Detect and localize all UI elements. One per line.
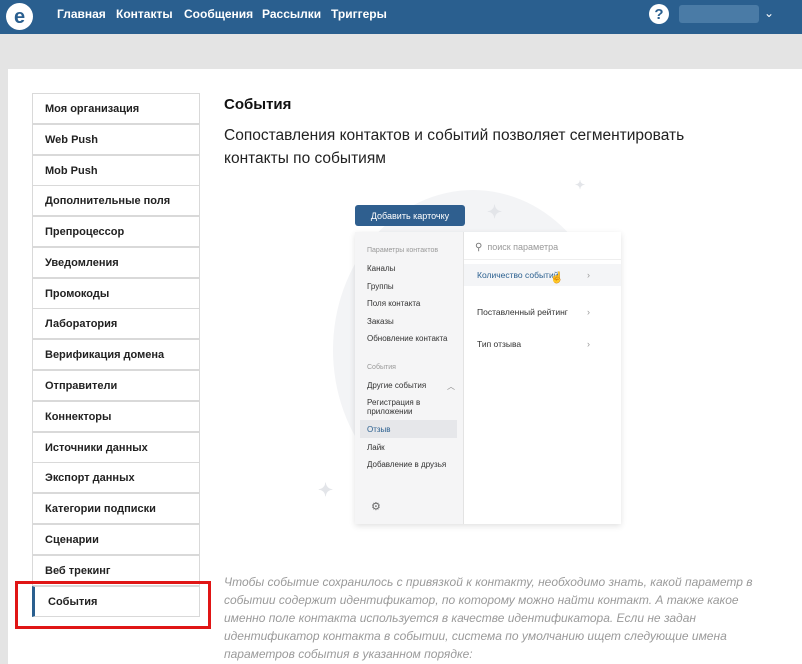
sidebar-item-subscription-categories[interactable]: Категории подписки <box>32 493 200 524</box>
sidebar-item-senders[interactable]: Отправители <box>32 370 200 401</box>
sidebar-item-my-organization[interactable]: Моя организация <box>32 93 200 124</box>
hand-cursor-icon: ☝ <box>550 272 564 284</box>
search-placeholder: поиск параметра <box>487 242 559 252</box>
param-item: Количество событий <box>477 270 559 280</box>
page-subtitle: Сопоставления контактов и событий позвол… <box>224 127 685 167</box>
user-account-name[interactable] <box>679 5 759 23</box>
parameter-picker-card: Параметры контактов Каналы Группы Поля к… <box>355 232 621 524</box>
nav-messages[interactable]: Сообщения <box>184 7 253 21</box>
param-item: Поставленный рейтинг <box>477 307 568 317</box>
chevron-right-icon: › <box>587 307 590 317</box>
help-icon[interactable]: ? <box>649 4 669 24</box>
sidebar-item-web-tracking[interactable]: Веб трекинг <box>32 555 200 586</box>
add-card-button: Добавить карточку <box>355 205 465 226</box>
param-item: Тип отзыва <box>477 339 522 349</box>
top-navbar: e Главная Контакты Сообщения Рассылки Тр… <box>0 0 802 34</box>
nav-contacts[interactable]: Контакты <box>116 7 173 21</box>
group-item: Другие события <box>367 381 427 390</box>
gear-icon: ⚙ <box>371 501 381 513</box>
group-item: Добавление в друзья <box>367 460 447 469</box>
events-help-text: Чтобы событие сохранилось с привязкой к … <box>224 575 753 661</box>
divider <box>464 259 621 260</box>
sidebar-item-data-sources[interactable]: Источники данных <box>32 432 200 463</box>
group-item-selected: Отзыв <box>367 425 391 434</box>
chevron-right-icon: › <box>587 339 590 349</box>
sparkle-icon: ✦ <box>487 202 503 222</box>
search-icon: ⚲ <box>475 242 483 253</box>
sidebar-item-laboratory[interactable]: Лаборатория <box>32 308 200 339</box>
group-item: Обновление контакта <box>367 334 448 343</box>
group-item: Группы <box>367 282 394 291</box>
group-item: Лайк <box>367 443 385 452</box>
sidebar-item-mob-push[interactable]: Mob Push <box>32 155 200 186</box>
sparkle-icon: ✦ <box>575 178 586 192</box>
group-item: Заказы <box>367 317 394 326</box>
nav-mailings[interactable]: Рассылки <box>262 7 321 21</box>
chevron-up-icon: ︿ <box>447 382 455 391</box>
nav-main[interactable]: Главная <box>57 7 106 21</box>
group-header: События <box>367 364 396 371</box>
sidebar-item-extra-fields[interactable]: Дополнительные поля <box>32 185 200 216</box>
app-logo-icon[interactable]: e <box>6 3 33 30</box>
sidebar-item-domain-verification[interactable]: Верификация домена <box>32 339 200 370</box>
sidebar-item-preprocessor[interactable]: Препроцессор <box>32 216 200 247</box>
group-item: Каналы <box>367 264 396 273</box>
sidebar-item-events[interactable]: События <box>32 586 200 617</box>
parameter-groups-column <box>355 232 463 524</box>
chevron-right-icon: › <box>587 270 590 280</box>
nav-triggers[interactable]: Триггеры <box>331 7 387 21</box>
group-item: Регистрация в приложении <box>367 398 421 416</box>
sidebar-item-promocodes[interactable]: Промокоды <box>32 278 200 309</box>
page-title: События <box>224 96 292 113</box>
group-item: Поля контакта <box>367 299 421 308</box>
sidebar-item-data-export[interactable]: Экспорт данных <box>32 462 200 493</box>
sidebar-item-scenarios[interactable]: Сценарии <box>32 524 200 555</box>
sidebar-item-web-push[interactable]: Web Push <box>32 124 200 155</box>
sparkle-icon: ✦ <box>318 480 334 500</box>
sidebar-item-notifications[interactable]: Уведомления <box>32 247 200 278</box>
group-header: Параметры контактов <box>367 247 439 254</box>
parameter-search: ⚲ поиск параметра <box>475 242 558 253</box>
chevron-down-icon[interactable]: ⌄ <box>764 6 774 20</box>
sidebar-item-connectors[interactable]: Коннекторы <box>32 401 200 432</box>
